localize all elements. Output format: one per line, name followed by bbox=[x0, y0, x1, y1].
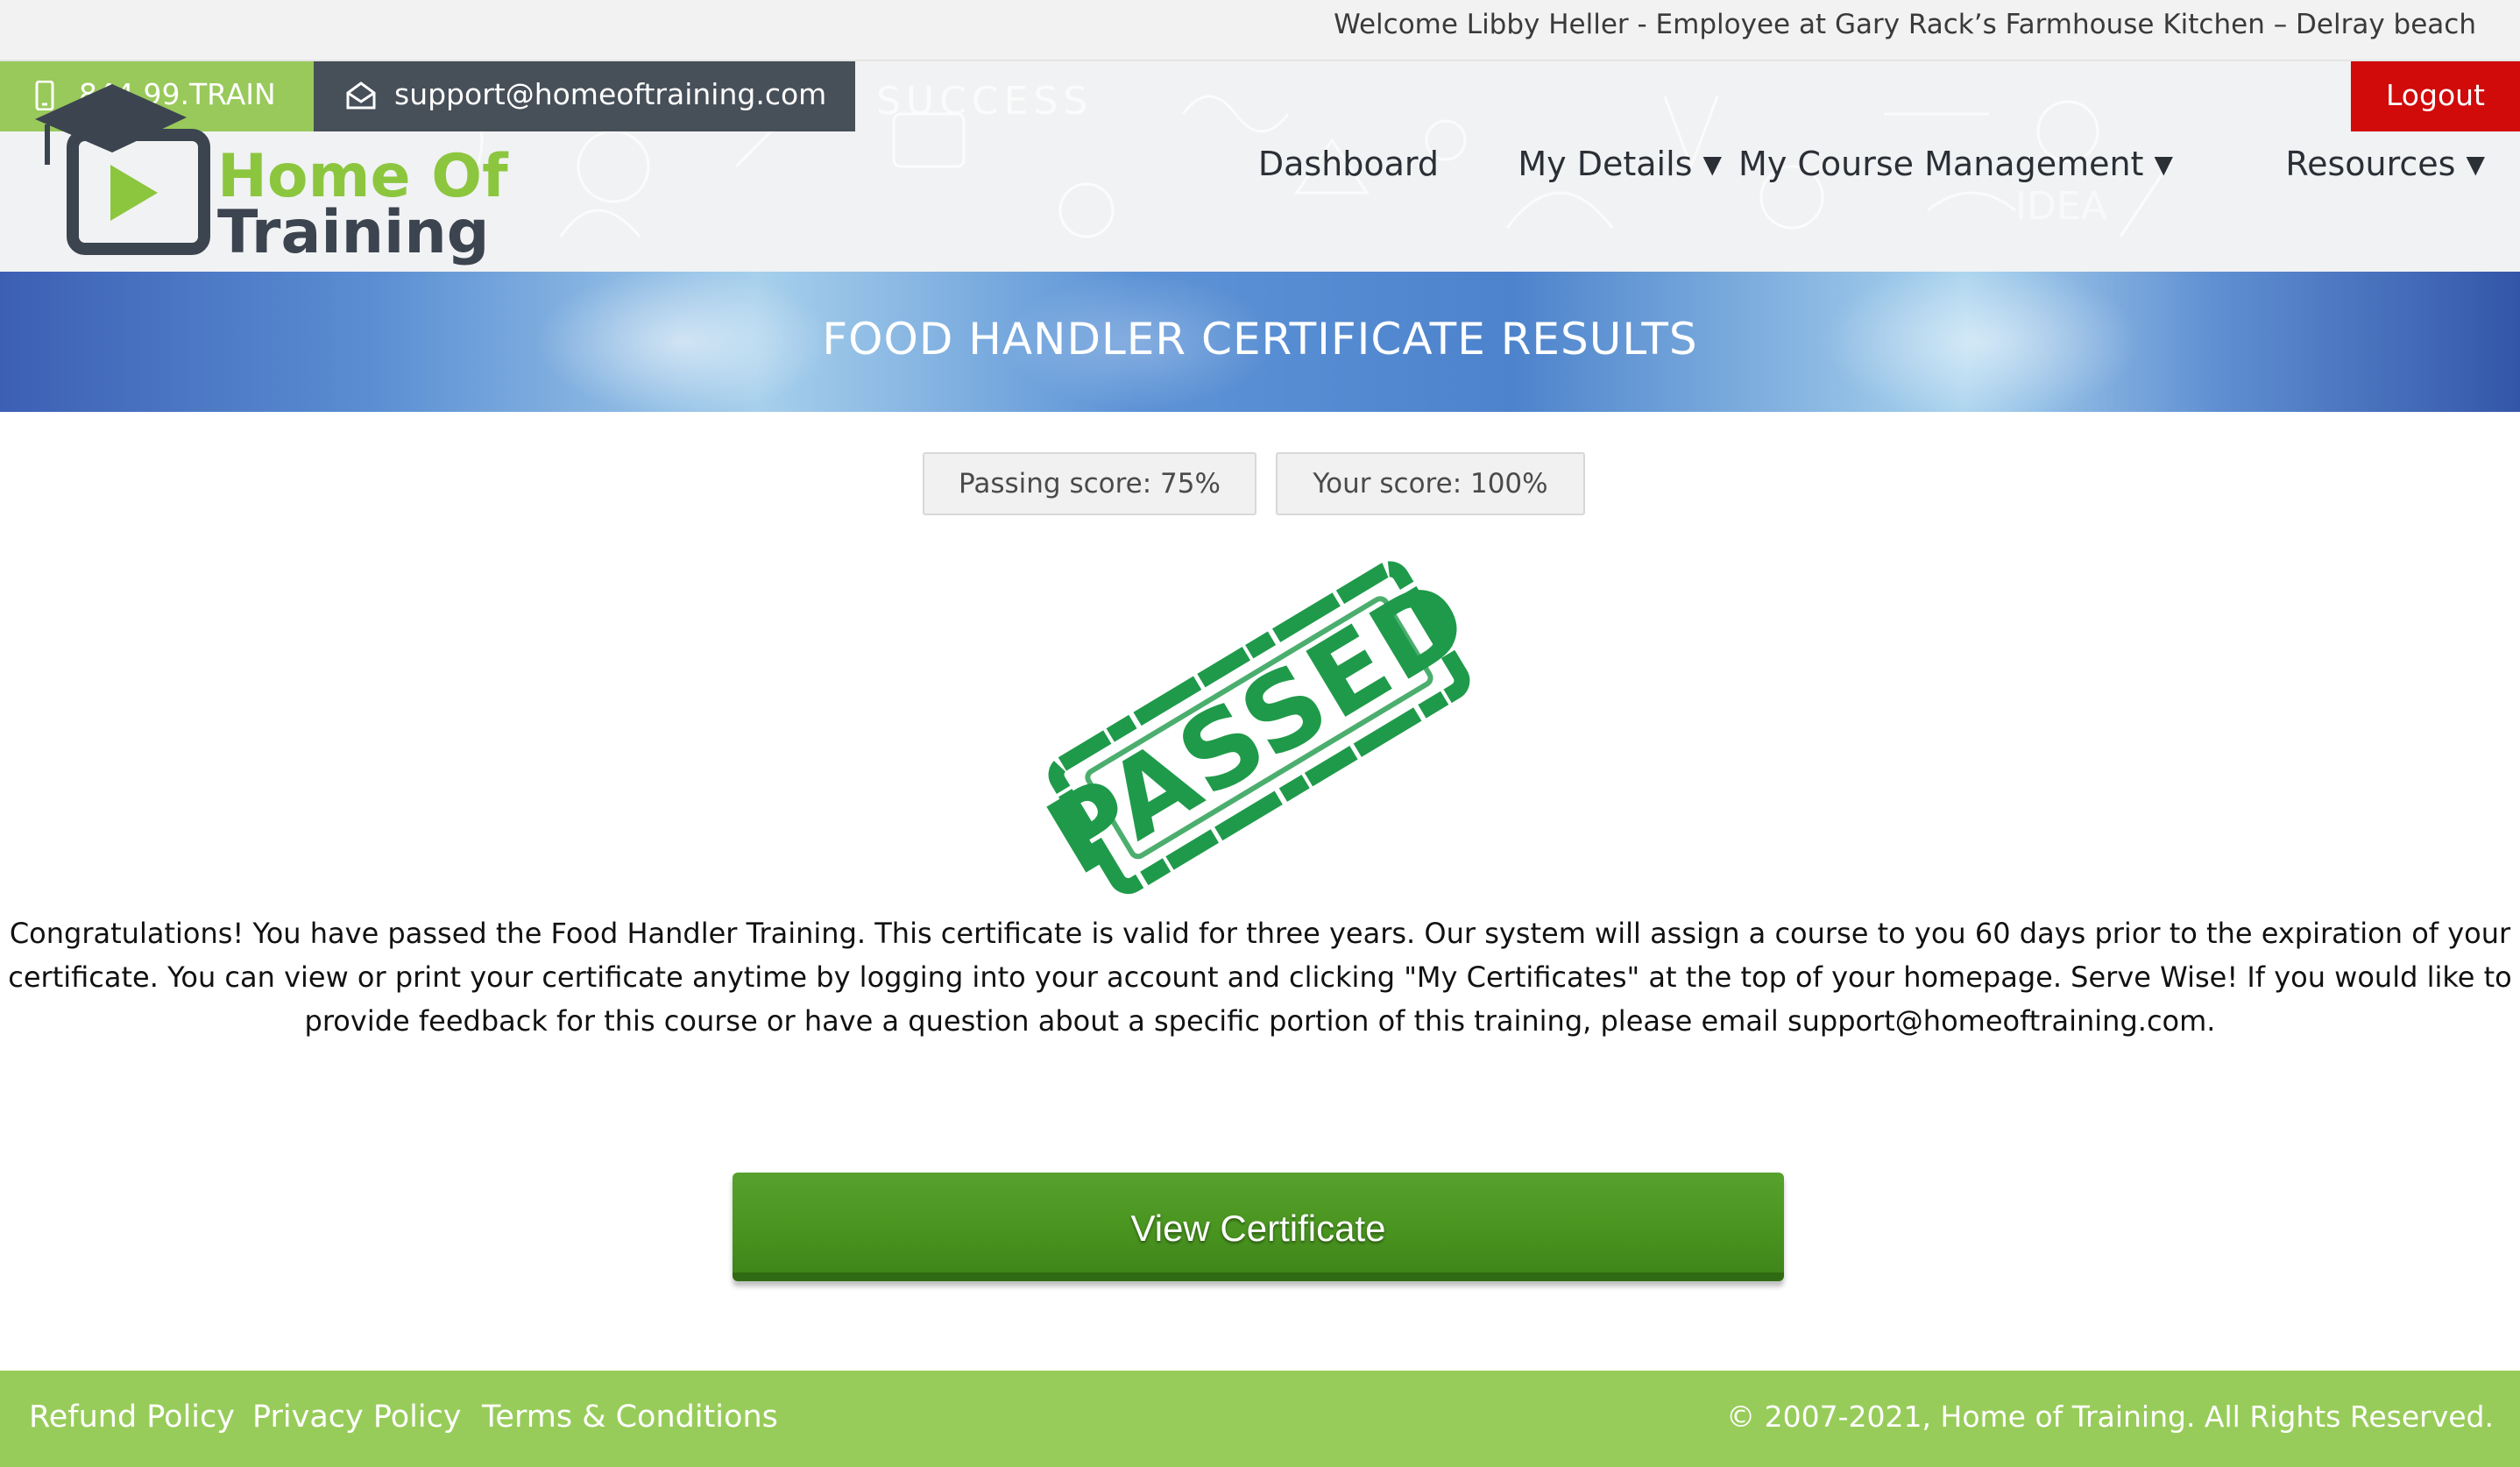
welcome-text: Welcome Libby Heller - Employee at Gary … bbox=[1334, 9, 2476, 40]
page-title: FOOD HANDLER CERTIFICATE RESULTS bbox=[822, 314, 1698, 365]
nav-my-details-label: My Details bbox=[1518, 145, 1693, 183]
chevron-down-icon: ▼ bbox=[2154, 150, 2173, 179]
logo-mark-icon bbox=[35, 84, 210, 255]
nav-course-management-label: My Course Management bbox=[1738, 145, 2144, 183]
terms-conditions-link[interactable]: Terms & Conditions bbox=[482, 1400, 778, 1435]
nav-course-management[interactable]: My Course Management ▼ bbox=[1738, 145, 2173, 183]
chevron-down-icon: ▼ bbox=[2466, 150, 2485, 179]
copyright-text: © 2007-2021, Home of Training. All Right… bbox=[1726, 1400, 2494, 1434]
chevron-down-icon: ▼ bbox=[1702, 150, 1722, 179]
logout-button[interactable]: Logout bbox=[2351, 61, 2520, 131]
passing-score-badge: Passing score: 75% bbox=[923, 452, 1256, 515]
nav-resources-label: Resources bbox=[2285, 145, 2456, 183]
view-certificate-button[interactable]: View Certificate bbox=[733, 1173, 1784, 1281]
stamp-text: PASSED bbox=[1032, 556, 1488, 900]
nav-dashboard[interactable]: Dashboard bbox=[1258, 145, 1439, 183]
privacy-policy-link[interactable]: Privacy Policy bbox=[252, 1400, 462, 1435]
site-footer: Refund Policy Privacy Policy Terms & Con… bbox=[0, 1371, 2520, 1467]
nav-dashboard-label: Dashboard bbox=[1257, 145, 1439, 183]
welcome-bar: Welcome Libby Heller - Employee at Gary … bbox=[0, 0, 2520, 61]
svg-text:SUCCESS: SUCCESS bbox=[876, 79, 1093, 124]
refund-policy-link[interactable]: Refund Policy bbox=[29, 1400, 235, 1435]
page-banner: FOOD HANDLER CERTIFICATE RESULTS bbox=[0, 272, 2520, 412]
svg-text:IDEA: IDEA bbox=[2015, 184, 2107, 229]
congratulations-message: Congratulations! You have passed the Foo… bbox=[8, 917, 2512, 1038]
nav-my-details[interactable]: My Details ▼ bbox=[1518, 145, 1722, 183]
nav-resources[interactable]: Resources ▼ bbox=[2285, 145, 2485, 183]
passed-stamp-image: PASSED bbox=[1032, 556, 1488, 900]
logo-word-training: Training bbox=[217, 198, 490, 267]
site-header: SUCCESS IDEA 844.99.TRAIN support@homeof… bbox=[0, 61, 2520, 272]
home-of-training-logo[interactable]: Home Of Training bbox=[25, 84, 508, 263]
your-score-badge: Your score: 100% bbox=[1276, 452, 1585, 515]
